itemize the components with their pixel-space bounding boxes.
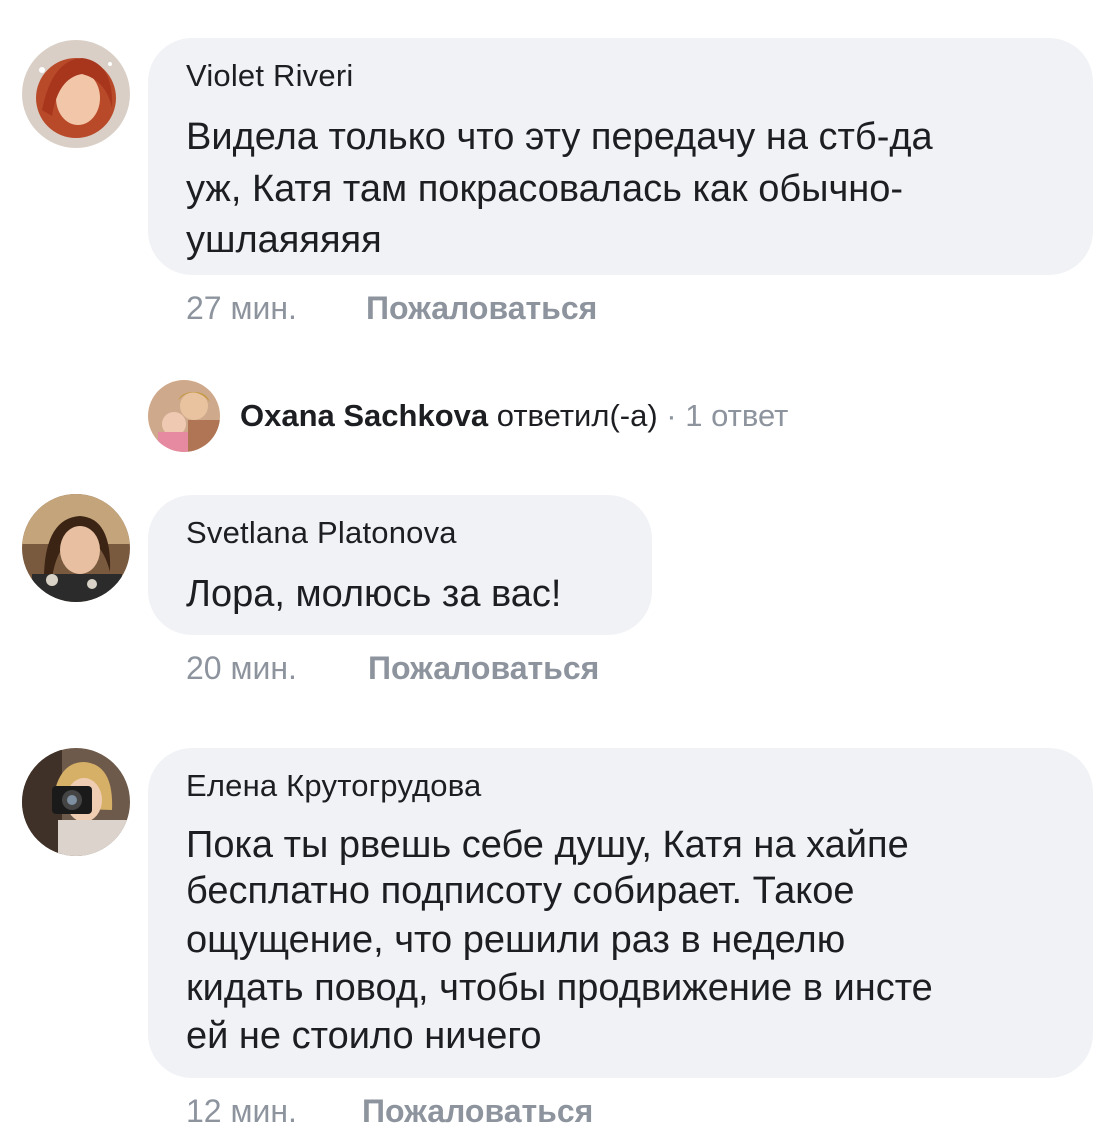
comment-text-line: Пока ты рвешь себе душу, Катя на хайпе <box>186 824 909 866</box>
comment-bubble: Svetlana Platonova Лора, молюсь за вас! <box>148 495 652 635</box>
comment-bubble: Елена Крутогрудова Пока ты рвешь себе ду… <box>148 748 1093 1078</box>
separator-dot: · <box>666 398 677 433</box>
comment-time[interactable]: 12 мин. <box>186 1093 297 1130</box>
comment-author[interactable]: Svetlana Platonova <box>186 515 457 551</box>
avatar-svetlana-platonova[interactable] <box>22 494 130 602</box>
reply-author[interactable]: Oxana Sachkova <box>240 398 488 433</box>
comment-author[interactable]: Елена Крутогрудова <box>186 768 481 804</box>
comment-text-line: уж, Катя там покрасовалась как обычно- <box>186 168 904 210</box>
comment-bubble: Violet Riveri Видела только что эту пере… <box>148 38 1093 275</box>
avatar-oxana-sachkova[interactable] <box>148 380 220 452</box>
comment-text-line: Лора, молюсь за вас! <box>186 573 562 615</box>
comment-text-line: ей не стоило ничего <box>186 1015 542 1057</box>
report-link[interactable]: Пожаловаться <box>366 290 597 327</box>
comment-meta: 27 мин. Пожаловаться <box>186 290 686 330</box>
reply-summary-text: Oxana Sachkova ответил(-а) · 1 ответ <box>240 398 788 434</box>
reply-count-link[interactable]: 1 ответ <box>677 398 788 433</box>
reply-action: ответил(-а) <box>488 398 667 433</box>
comment-time[interactable]: 27 мин. <box>186 290 297 327</box>
comment-text-line: бесплатно подписоту собирает. Такое <box>186 870 855 912</box>
comment-author[interactable]: Violet Riveri <box>186 58 353 94</box>
avatar-image <box>22 494 130 602</box>
comment-meta: 20 мин. Пожаловаться <box>186 650 686 690</box>
avatar-image <box>148 380 220 452</box>
reply-summary[interactable]: Oxana Sachkova ответил(-а) · 1 ответ <box>148 380 948 452</box>
report-link[interactable]: Пожаловаться <box>362 1093 593 1130</box>
comment-text-line: ушлаяяяяя <box>186 219 382 261</box>
avatar-elena-krutogrudova[interactable] <box>22 748 130 856</box>
avatar-image <box>22 748 130 856</box>
comment-time[interactable]: 20 мин. <box>186 650 297 687</box>
comment-text-line: кидать повод, чтобы продвижение в инсте <box>186 967 933 1009</box>
comment-meta: 12 мин. Пожаловаться <box>186 1093 686 1133</box>
avatar-image <box>22 40 130 148</box>
comment-text-line: ощущение, что решили раз в неделю <box>186 919 846 961</box>
report-link[interactable]: Пожаловаться <box>368 650 599 687</box>
comment-text-line: Видела только что эту передачу на стб-да <box>186 116 933 158</box>
avatar-violet-riveri[interactable] <box>22 40 130 148</box>
